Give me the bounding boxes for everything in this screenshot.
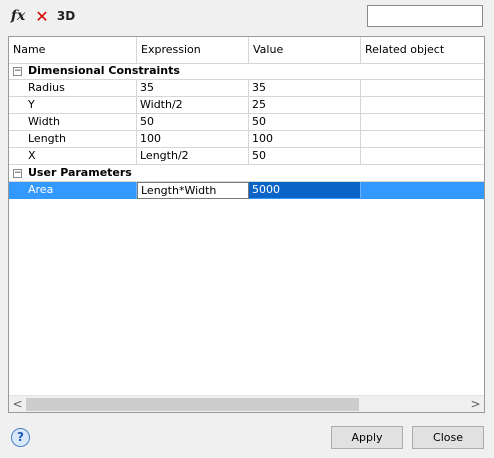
column-header-related-object[interactable]: Related object [361, 37, 484, 63]
grid-header: Name Expression Value Related object [9, 37, 484, 64]
group-row-user-parameters[interactable]: − User Parameters [9, 165, 484, 182]
column-header-expression[interactable]: Expression [137, 37, 249, 63]
table-row[interactable]: Radius 35 35 [9, 80, 484, 97]
param-expression[interactable]: 50 [137, 114, 249, 131]
param-expression[interactable]: Length/2 [137, 148, 249, 165]
parameters-grid: Name Expression Value Related object − D… [8, 36, 485, 413]
help-icon[interactable]: ? [11, 428, 30, 447]
param-name[interactable]: Area [9, 182, 137, 199]
collapse-toggle-icon[interactable]: − [13, 67, 22, 76]
param-value: 100 [249, 131, 361, 148]
param-value: 50 [249, 148, 361, 165]
param-name[interactable]: Radius [9, 80, 137, 97]
table-row[interactable]: X Length/2 50 [9, 148, 484, 165]
scroll-right-icon[interactable]: > [467, 396, 484, 412]
collapse-toggle-icon[interactable]: − [13, 169, 22, 178]
param-expression[interactable]: Width/2 [137, 97, 249, 114]
param-related-object [361, 80, 484, 97]
param-expression[interactable]: 35 [137, 80, 249, 97]
param-related-object [361, 148, 484, 165]
param-name[interactable]: X [9, 148, 137, 165]
toolbar: fx ✕ 3D [0, 0, 494, 34]
param-related-object [361, 114, 484, 131]
param-value: 25 [249, 97, 361, 114]
param-related-object [361, 182, 484, 199]
function-fx-icon[interactable]: fx [8, 6, 28, 26]
table-row[interactable]: Length 100 100 [9, 131, 484, 148]
horizontal-scrollbar[interactable]: < > [9, 395, 484, 412]
param-related-object [361, 97, 484, 114]
scroll-left-icon[interactable]: < [9, 396, 26, 412]
param-expression[interactable]: 100 [137, 131, 249, 148]
param-name[interactable]: Width [9, 114, 137, 131]
delete-parameter-icon[interactable]: ✕ [33, 6, 51, 26]
param-value: 5000 [249, 182, 361, 199]
param-value: 50 [249, 114, 361, 131]
column-header-name[interactable]: Name [9, 37, 137, 63]
table-row-selected[interactable]: Area Length*Width 5000 [9, 182, 484, 199]
3d-view-icon[interactable]: 3D [56, 6, 76, 26]
param-expression-editor[interactable]: Length*Width [137, 182, 249, 199]
scrollbar-thumb[interactable] [26, 398, 359, 411]
column-header-value[interactable]: Value [249, 37, 361, 63]
group-title: User Parameters [28, 166, 132, 179]
close-button[interactable]: Close [412, 426, 484, 449]
param-value: 35 [249, 80, 361, 97]
param-name[interactable]: Length [9, 131, 137, 148]
group-title: Dimensional Constraints [28, 64, 180, 77]
table-row[interactable]: Y Width/2 25 [9, 97, 484, 114]
param-related-object [361, 131, 484, 148]
apply-button[interactable]: Apply [331, 426, 403, 449]
group-row-dimensional-constraints[interactable]: − Dimensional Constraints [9, 63, 484, 80]
param-name[interactable]: Y [9, 97, 137, 114]
table-row[interactable]: Width 50 50 [9, 114, 484, 131]
filter-input[interactable] [367, 5, 483, 27]
